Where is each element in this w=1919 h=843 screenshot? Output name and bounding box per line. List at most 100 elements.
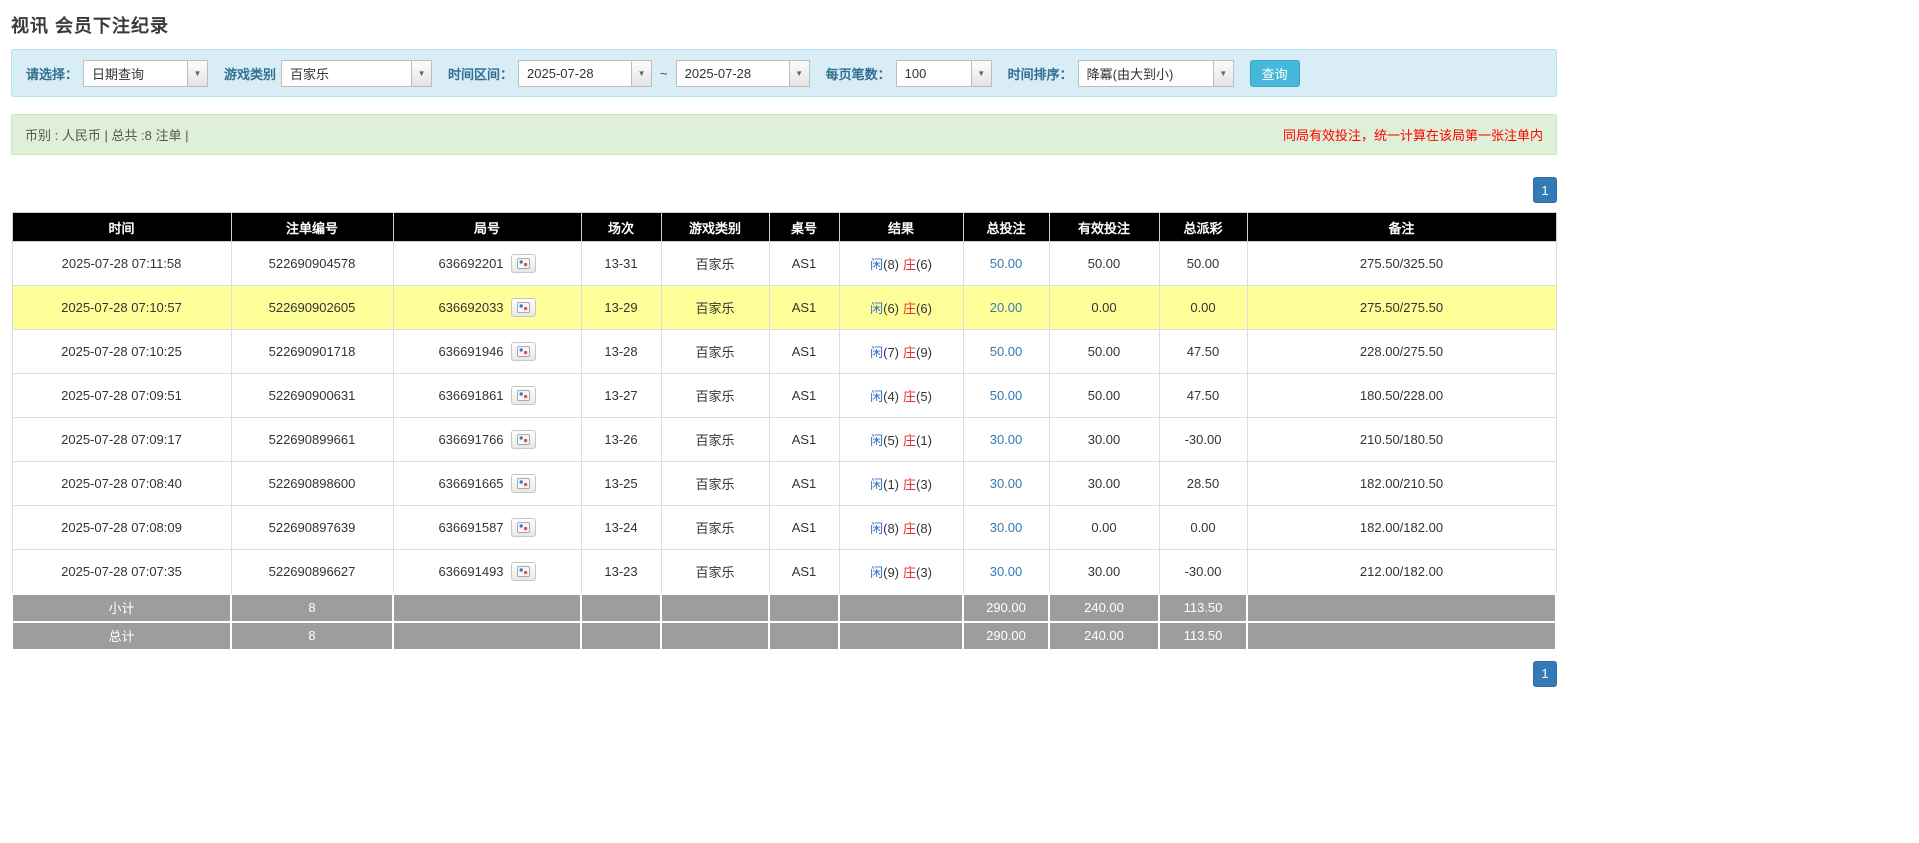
cell-time: 2025-07-28 07:11:58 <box>12 242 231 286</box>
date-from-value[interactable]: 2025-07-28 <box>518 60 631 87</box>
cell-bet-id: 522690898600 <box>231 462 393 506</box>
cell-game-type: 百家乐 <box>661 330 769 374</box>
cell-total-bet: 50.00 <box>963 330 1049 374</box>
game-type-combo[interactable]: 百家乐 ▼ <box>281 60 432 87</box>
roadmap-icon[interactable] <box>511 430 536 449</box>
cell-time: 2025-07-28 07:08:40 <box>12 462 231 506</box>
cell-time: 2025-07-28 07:09:17 <box>12 418 231 462</box>
roadmap-icon[interactable] <box>511 518 536 537</box>
chevron-down-icon[interactable]: ▼ <box>411 60 432 87</box>
grand-total-row-payout: 113.50 <box>1159 622 1247 650</box>
total-bet-link[interactable]: 30.00 <box>990 564 1023 579</box>
cell-total-bet: 30.00 <box>963 550 1049 594</box>
roadmap-icon[interactable] <box>511 474 536 493</box>
cell-table-no: AS1 <box>769 418 839 462</box>
query-type-group: 请选择： 日期查询 ▼ <box>26 60 208 87</box>
round-id-text: 636691946 <box>438 344 503 359</box>
query-type-value[interactable]: 日期查询 <box>83 60 187 87</box>
chevron-down-icon[interactable]: ▼ <box>789 60 810 87</box>
result-banker-value: (8) <box>916 521 932 536</box>
sort-group: 时间排序： 降冪(由大到小) ▼ <box>1008 60 1234 87</box>
cell-valid-bet: 0.00 <box>1049 506 1159 550</box>
cell-payout: 47.50 <box>1159 330 1247 374</box>
total-bet-link[interactable]: 50.00 <box>990 344 1023 359</box>
result-player-value: (4) <box>883 389 899 404</box>
date-to-value[interactable]: 2025-07-28 <box>676 60 789 87</box>
search-button[interactable]: 查询 <box>1250 60 1300 87</box>
sort-value[interactable]: 降冪(由大到小) <box>1078 60 1213 87</box>
total-bet-link[interactable]: 30.00 <box>990 432 1023 447</box>
result-banker-label: 庄 <box>903 257 916 272</box>
cell-game-type: 百家乐 <box>661 550 769 594</box>
page-size-combo[interactable]: 100 ▼ <box>896 60 992 87</box>
table-row: 2025-07-28 07:10:57522690902605636692033… <box>12 286 1556 330</box>
result-player-label: 闲 <box>870 477 883 492</box>
round-id-text: 636691665 <box>438 476 503 491</box>
cell-valid-bet: 50.00 <box>1049 242 1159 286</box>
column-header-result: 结果 <box>839 213 963 242</box>
chevron-down-icon[interactable]: ▼ <box>971 60 992 87</box>
chevron-down-icon[interactable]: ▼ <box>1213 60 1234 87</box>
cell-table-no: AS1 <box>769 242 839 286</box>
game-type-group: 游戏类别 百家乐 ▼ <box>224 60 432 87</box>
date-to-picker[interactable]: 2025-07-28 ▼ <box>676 60 810 87</box>
round-id-text: 636691493 <box>438 564 503 579</box>
cell-time: 2025-07-28 07:09:51 <box>12 374 231 418</box>
column-header-payout: 总派彩 <box>1159 213 1247 242</box>
sort-combo[interactable]: 降冪(由大到小) ▼ <box>1078 60 1234 87</box>
total-bet-link[interactable]: 30.00 <box>990 476 1023 491</box>
time-range-label: 时间区间： <box>448 64 513 83</box>
cell-table-no: AS1 <box>769 550 839 594</box>
table-row: 2025-07-28 07:11:58522690904578636692201… <box>12 242 1556 286</box>
chevron-down-icon[interactable]: ▼ <box>187 60 208 87</box>
game-type-value[interactable]: 百家乐 <box>281 60 411 87</box>
cell-round-id: 636692201 <box>393 242 581 286</box>
cell-round-id: 636691587 <box>393 506 581 550</box>
result-player-label: 闲 <box>870 433 883 448</box>
cell-note: 228.00/275.50 <box>1247 330 1556 374</box>
cell-note: 180.50/228.00 <box>1247 374 1556 418</box>
pagination-page-1[interactable]: 1 <box>1533 661 1557 687</box>
roadmap-icon[interactable] <box>511 298 536 317</box>
result-player-label: 闲 <box>870 301 883 316</box>
round-id-text: 636691861 <box>438 388 503 403</box>
cell-time: 2025-07-28 07:10:25 <box>12 330 231 374</box>
cell-valid-bet: 30.00 <box>1049 550 1159 594</box>
chevron-down-icon[interactable]: ▼ <box>631 60 652 87</box>
cell-valid-bet: 30.00 <box>1049 462 1159 506</box>
page-size-group: 每页笔数： 100 ▼ <box>826 60 992 87</box>
cell-round-id: 636692033 <box>393 286 581 330</box>
cell-result: 闲(1)庄(3) <box>839 462 963 506</box>
pagination-page-1[interactable]: 1 <box>1533 177 1557 203</box>
cell-table-no: AS1 <box>769 462 839 506</box>
cell-session: 13-26 <box>581 418 661 462</box>
page-size-value[interactable]: 100 <box>896 60 971 87</box>
total-bet-link[interactable]: 20.00 <box>990 300 1023 315</box>
roadmap-icon[interactable] <box>511 254 536 273</box>
query-type-combo[interactable]: 日期查询 ▼ <box>83 60 208 87</box>
roadmap-icon[interactable] <box>511 342 536 361</box>
total-bet-link[interactable]: 30.00 <box>990 520 1023 535</box>
cell-session: 13-27 <box>581 374 661 418</box>
page-container: 视讯 会员下注纪录 请选择： 日期查询 ▼ 游戏类别 百家乐 ▼ 时间区间： 2… <box>11 0 1557 687</box>
cell-session: 13-25 <box>581 462 661 506</box>
cell-bet-id: 522690902605 <box>231 286 393 330</box>
total-bet-link[interactable]: 50.00 <box>990 388 1023 403</box>
cell-game-type: 百家乐 <box>661 374 769 418</box>
column-header-table-no: 桌号 <box>769 213 839 242</box>
cell-table-no: AS1 <box>769 286 839 330</box>
cell-payout: 47.50 <box>1159 374 1247 418</box>
roadmap-icon[interactable] <box>511 562 536 581</box>
sort-label: 时间排序： <box>1008 64 1073 83</box>
subtotal-row-round-id <box>393 594 581 622</box>
pagination-bottom: 1 <box>11 661 1557 687</box>
grand-total-row-round-id <box>393 622 581 650</box>
cell-valid-bet: 0.00 <box>1049 286 1159 330</box>
roadmap-icon[interactable] <box>511 386 536 405</box>
result-banker-label: 庄 <box>903 389 916 404</box>
total-bet-link[interactable]: 50.00 <box>990 256 1023 271</box>
cell-round-id: 636691665 <box>393 462 581 506</box>
date-from-picker[interactable]: 2025-07-28 ▼ <box>518 60 652 87</box>
subtotal-row-note <box>1247 594 1556 622</box>
grand-total-row-result <box>839 622 963 650</box>
